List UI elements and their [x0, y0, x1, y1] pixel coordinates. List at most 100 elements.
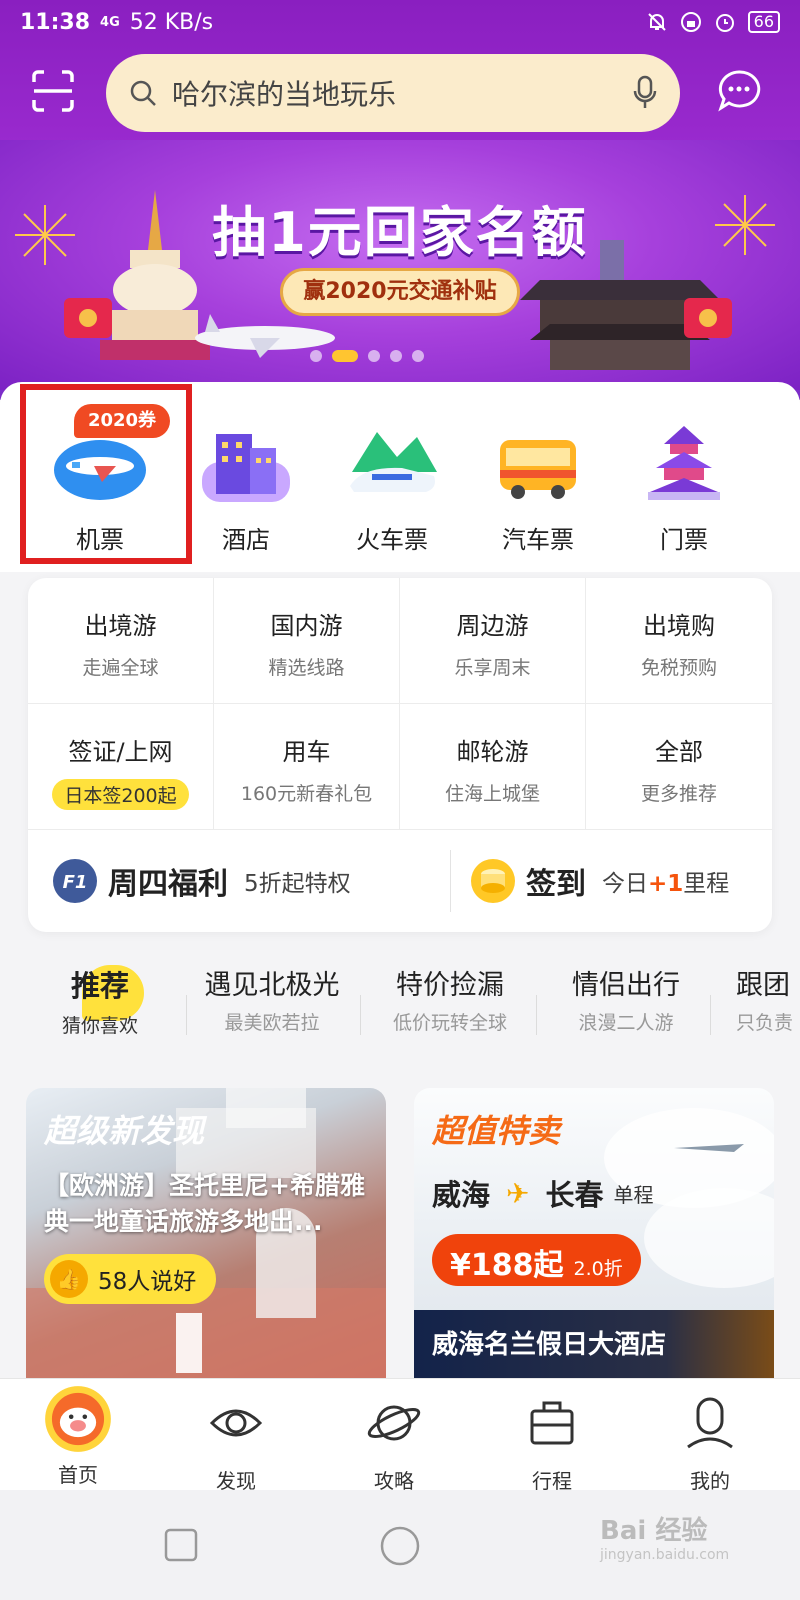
grid-subtitle: 乐享周末 — [454, 657, 531, 679]
page-dot — [368, 350, 380, 362]
service-grid: 出境游 走遍全球 国内游 精选线路 周边游乐享周末 出境购 免税预购 签证/上网日本签… — [28, 578, 772, 932]
home-pig-icon — [45, 1386, 111, 1452]
route-to: 长春 — [545, 1178, 604, 1212]
grid-visa[interactable]: 签证/上网日本签200起 — [28, 704, 214, 830]
trip-type: 单程 — [613, 1182, 654, 1207]
grid-duty-free[interactable]: 出境购 免税预购 — [586, 578, 772, 704]
bell-off-icon — [647, 13, 666, 31]
tab-title: 跟团 — [736, 970, 790, 1001]
category-label: 火车票 — [356, 526, 428, 554]
nav-discover[interactable]: 发现 — [176, 1379, 296, 1493]
airplane-icon: ✈ — [506, 1176, 530, 1210]
nav-profile[interactable]: 我的 — [650, 1379, 770, 1493]
grid-domestic-tour[interactable]: 国内游 精选线路 — [214, 578, 400, 704]
search-row: 哈尔滨的当地玩乐 — [0, 52, 800, 132]
check-in-desc-suffix: 里程 — [683, 871, 730, 897]
page-dot-active — [332, 350, 358, 362]
microphone-icon[interactable] — [632, 75, 658, 111]
suitcase-icon — [530, 1401, 574, 1445]
grid-subtitle: 免税预购 — [640, 657, 717, 679]
thumbs-up-icon: 👍 — [50, 1260, 88, 1298]
price-badge: ¥188起 2.0折 — [432, 1234, 641, 1286]
feed-card-discovery[interactable]: 超级新发现 【欧洲游】圣托里尼+希腊雅典一地童话旅游多地出... 👍 58人说好 — [26, 1088, 386, 1378]
page-dot — [310, 350, 322, 362]
grid-subtitle: 160元新春礼包 — [240, 783, 373, 805]
grid-title: 用车 — [282, 738, 331, 766]
category-trains[interactable]: 火车票 — [322, 422, 462, 554]
category-label: 酒店 — [222, 526, 270, 554]
grid-subtitle: 更多推荐 — [640, 783, 717, 805]
tab-subtitle: 浪漫二人游 — [578, 1012, 674, 1034]
grid-subtitle: 走遍全球 — [82, 657, 159, 679]
battery-level: 66 — [747, 11, 780, 33]
thursday-welfare[interactable]: F1 周四福利 5折起特权 — [52, 830, 351, 932]
tab-group-tour[interactable]: 跟团 只负责 — [736, 955, 800, 1055]
tab-separator — [536, 995, 537, 1035]
tab-bargain[interactable]: 特价捡漏 低价玩转全球 — [370, 955, 530, 1055]
price-value: ¥188起 — [450, 1248, 564, 1283]
scan-icon[interactable] — [30, 68, 76, 114]
thursday-welfare-desc: 5折起特权 — [244, 871, 351, 897]
promo-banner[interactable]: 抽1元回家名额 赢2020元交通补贴 — [0, 140, 800, 390]
user-icon — [687, 1397, 733, 1449]
feed-card-deals[interactable]: 超值特卖 威海 ✈ 长春 单程 ¥188起 2.0折 威海名兰假日大酒店 — [414, 1088, 774, 1378]
tab-subtitle: 低价玩转全球 — [392, 1012, 507, 1034]
grid-outbound-tour[interactable]: 出境游 走遍全球 — [28, 578, 214, 704]
home-button[interactable] — [380, 1526, 420, 1566]
feed-title: 【欧洲游】圣托里尼+希腊雅典一地童话旅游多地出... — [44, 1171, 365, 1236]
banner-pagination — [310, 350, 424, 362]
flight-route: 威海 ✈ 长春 单程 — [432, 1172, 654, 1214]
grid-title: 国内游 — [270, 612, 343, 640]
grid-title: 邮轮游 — [456, 738, 529, 766]
tab-separator — [360, 995, 361, 1035]
page-dot — [390, 350, 402, 362]
page-dot — [412, 350, 424, 362]
category-buses[interactable]: 汽车票 — [468, 422, 608, 554]
grid-title: 周边游 — [456, 612, 529, 640]
feed-tag: 超级新发现 — [44, 1112, 205, 1150]
hotel-building-icon — [202, 434, 290, 502]
check-in-desc: 今日+1里程 — [602, 864, 729, 898]
flights-coupon-badge: 2020券 — [74, 404, 170, 438]
coin-stack-icon — [471, 859, 515, 903]
search-input[interactable]: 哈尔滨的当地玩乐 — [106, 54, 680, 132]
network-type: 4G — [100, 14, 120, 30]
tab-couples[interactable]: 情侣出行 浪漫二人游 — [546, 955, 706, 1055]
grid-title: 全部 — [655, 738, 703, 766]
nav-itinerary[interactable]: 行程 — [492, 1379, 612, 1493]
network-speed: 52 KB/s — [129, 9, 214, 35]
red-envelope-icon — [64, 298, 112, 338]
check-in-desc-highlight: +1 — [648, 871, 684, 897]
search-placeholder: 哈尔滨的当地玩乐 — [172, 78, 397, 111]
grid-subtitle-pill: 日本签200起 — [52, 779, 189, 810]
tab-recommend[interactable]: 推荐 猜你喜欢 — [40, 955, 160, 1055]
check-in[interactable]: 签到 今日+1里程 — [470, 830, 729, 932]
nav-home[interactable]: 首页 — [18, 1379, 138, 1491]
banner-subtitle: 赢2020元交通补贴 — [280, 268, 520, 316]
train-icon — [350, 432, 437, 492]
hotel-promo[interactable]: 威海名兰假日大酒店 — [414, 1310, 774, 1378]
status-bar: 11:38 4G 52 KB/s 66 — [0, 0, 800, 44]
tab-title: 遇见北极光 — [204, 970, 340, 1001]
check-in-desc-prefix: 今日 — [602, 871, 648, 897]
grid-cruise[interactable]: 邮轮游 住海上城堡 — [400, 704, 586, 830]
tab-aurora[interactable]: 遇见北极光 最美欧若拉 — [196, 955, 348, 1055]
message-icon[interactable] — [716, 68, 762, 114]
recent-apps-button[interactable] — [164, 1528, 198, 1562]
promo-row: F1 周四福利 5折起特权 签到 今日+1里程 — [28, 830, 772, 932]
nav-guides[interactable]: 攻略 — [334, 1379, 454, 1493]
grid-car-rental[interactable]: 用车 160元新春礼包 — [214, 704, 400, 830]
grid-all[interactable]: 全部 更多推荐 — [586, 704, 772, 830]
route-from: 威海 — [432, 1178, 491, 1212]
tab-separator — [186, 995, 187, 1035]
category-tickets[interactable]: 门票 — [614, 422, 754, 554]
baidu-jingyan-watermark: Bai 经验 jingyan.baidu.com — [600, 1510, 729, 1563]
category-hotels[interactable]: 酒店 — [176, 422, 316, 554]
grid-title: 签证/上网 — [68, 738, 173, 766]
lock-icon — [680, 12, 701, 32]
channel-tabs: 推荐 猜你喜欢 遇见北极光 最美欧若拉 特价捡漏 低价玩转全球 情侣出行 浪漫二… — [0, 955, 800, 1055]
promo-divider — [450, 850, 451, 912]
tab-subtitle: 最美欧若拉 — [224, 1012, 320, 1034]
likes-count: 58人说好 — [98, 1269, 197, 1295]
grid-nearby-tour[interactable]: 周边游 乐享周末 — [400, 578, 586, 704]
